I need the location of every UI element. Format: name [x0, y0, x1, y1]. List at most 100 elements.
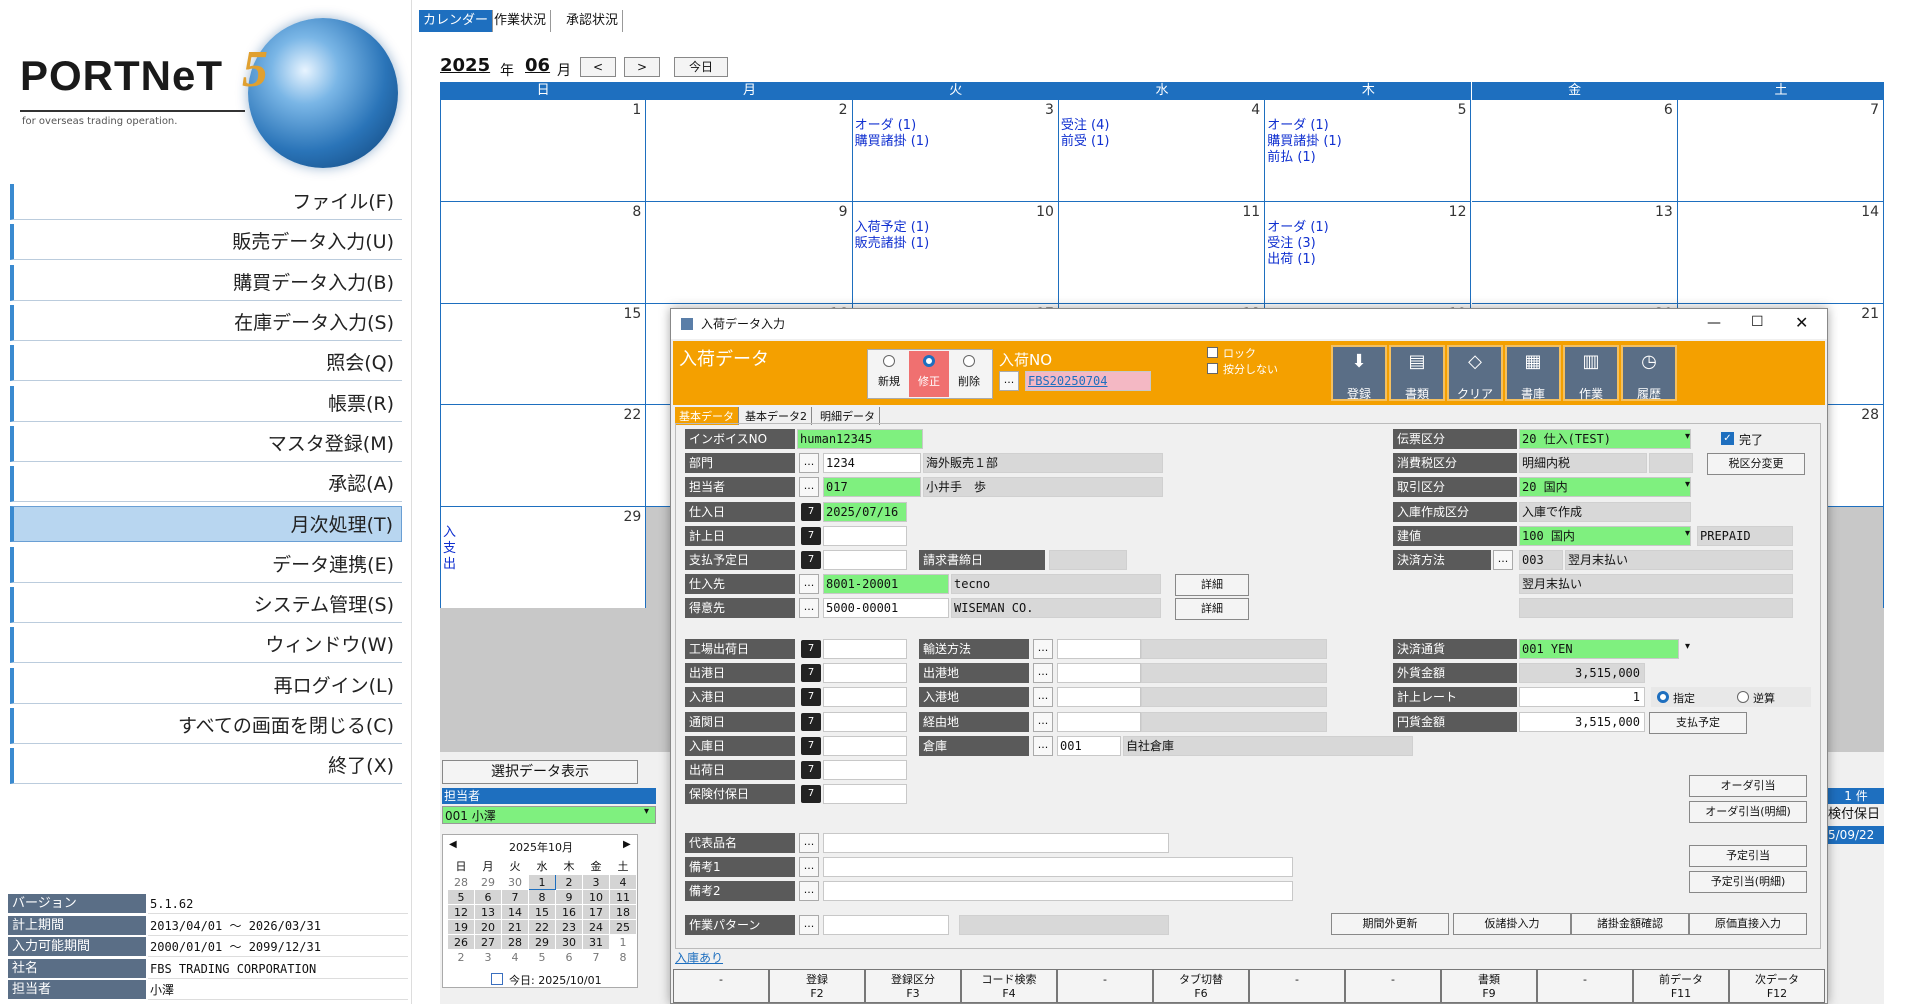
nyusaku-select[interactable]: 入庫で作成 — [1519, 501, 1691, 522]
shiire-date-input[interactable]: 2025/07/16 — [823, 501, 907, 522]
tanto-input[interactable]: 017 — [823, 477, 921, 498]
fkey-button[interactable]: - — [1345, 969, 1441, 1003]
calendar-event-link[interactable]: 入荷予定 (1) — [855, 220, 930, 236]
mini-day[interactable]: 14 — [501, 904, 529, 920]
karisho-button[interactable]: 仮諸掛入力 — [1453, 913, 1571, 935]
calendar-picker-icon[interactable]: 7 — [801, 761, 821, 779]
mini-day[interactable]: 31 — [582, 934, 610, 950]
chevron-down-icon[interactable]: ▾ — [1685, 528, 1690, 539]
calendar-picker-icon[interactable]: 7 — [801, 640, 821, 658]
date-input[interactable] — [823, 711, 907, 732]
mini-day[interactable]: 1 — [609, 934, 637, 950]
daihyo-input[interactable] — [823, 833, 1169, 853]
tsuka-select[interactable]: 001 YEN — [1519, 639, 1679, 659]
mini-day[interactable]: 1 — [528, 874, 556, 890]
fkey-button[interactable]: 登録 F2 — [769, 969, 865, 1003]
mini-day[interactable]: 18 — [609, 904, 637, 920]
name-field[interactable] — [1141, 711, 1327, 732]
chevron-down-icon[interactable]: ▾ — [644, 806, 649, 817]
no-alloc-checkbox[interactable] — [1207, 363, 1218, 374]
calendar-picker-icon[interactable]: 7 — [801, 688, 821, 707]
shohi-extra[interactable] — [1649, 453, 1693, 474]
mini-day[interactable]: 24 — [582, 919, 610, 935]
shohi-select[interactable]: 明細内税 — [1519, 453, 1647, 474]
chevron-down-icon[interactable]: ▾ — [1685, 431, 1690, 442]
mini-day[interactable]: 23 — [555, 919, 583, 935]
code-input[interactable] — [1057, 687, 1141, 708]
denpyo-select[interactable]: 20 仕入(TEST) — [1519, 429, 1691, 449]
mini-day[interactable]: 17 — [582, 904, 610, 920]
order-hikiate-button[interactable]: オーダ引当 — [1689, 775, 1807, 797]
name-field[interactable] — [1141, 687, 1327, 708]
mini-day[interactable]: 10 — [582, 889, 610, 905]
mini-day[interactable]: 16 — [555, 904, 583, 920]
hoken-date-input[interactable] — [823, 784, 907, 805]
sagyo-name[interactable] — [959, 915, 1169, 935]
mode-new[interactable]: 新規 — [869, 351, 909, 397]
rate-input[interactable]: 1 — [1519, 687, 1645, 708]
mini-prev-icon[interactable]: ◀ — [449, 839, 457, 850]
tokui-name[interactable]: WISEMAN CO. — [951, 598, 1161, 619]
kanryo-checkbox[interactable]: ✓ — [1721, 432, 1734, 445]
lookup-button[interactable]: ... — [1033, 687, 1053, 708]
calendar-event-link[interactable]: 購買諸掛 (1) — [855, 134, 930, 150]
tatene-select[interactable]: 100 国内 — [1519, 525, 1691, 546]
calendar-picker-icon[interactable]: 7 — [801, 551, 821, 569]
right-col-value[interactable]: 5/09/22 — [1828, 826, 1884, 844]
mini-day[interactable]: 27 — [474, 934, 502, 950]
mini-day[interactable]: 8 — [528, 889, 556, 905]
mini-day[interactable]: 26 — [447, 934, 475, 950]
bumon-input[interactable]: 1234 — [823, 453, 921, 474]
mini-day[interactable]: 2 — [447, 949, 475, 965]
menu-item[interactable]: 承認(A) — [10, 466, 402, 503]
mini-day[interactable]: 9 — [555, 889, 583, 905]
code-input[interactable] — [1057, 639, 1141, 659]
menu-item[interactable]: マスタ登録(M) — [10, 425, 402, 462]
fkey-button[interactable]: - — [1537, 969, 1633, 1003]
mini-day[interactable]: 4 — [609, 874, 637, 890]
calendar-picker-icon[interactable]: 7 — [801, 664, 821, 683]
calendar-day-cell[interactable]: 13 — [1471, 201, 1678, 304]
mini-day[interactable]: 7 — [582, 949, 610, 965]
fkey-button[interactable]: - — [1057, 969, 1153, 1003]
mini-day[interactable]: 30 — [555, 934, 583, 950]
zeikubun-button[interactable]: 税区分変更 — [1707, 453, 1805, 476]
nyuka-no-input[interactable]: FBS20250704 — [1025, 371, 1151, 391]
code-input[interactable] — [1057, 663, 1141, 684]
calendar-picker-icon[interactable]: 7 — [801, 736, 821, 755]
date-input[interactable] — [823, 639, 907, 659]
fkey-button[interactable]: コード検索 F4 — [961, 969, 1057, 1003]
menu-item[interactable]: データ連携(E) — [10, 546, 402, 583]
lock-checkbox[interactable] — [1207, 347, 1218, 358]
lookup-button[interactable]: ... — [799, 574, 819, 595]
fkey-button[interactable]: - — [673, 969, 769, 1003]
calendar-picker-icon[interactable]: 7 — [801, 502, 821, 521]
chevron-down-icon[interactable]: ▾ — [1685, 641, 1690, 652]
genka-button[interactable]: 原価直接入力 — [1689, 913, 1807, 935]
mini-day[interactable]: 19 — [447, 919, 475, 935]
calendar-event-link[interactable]: 販売諸掛 (1) — [855, 236, 930, 252]
yotei-hikiate-meisai-button[interactable]: 予定引当(明細) — [1689, 871, 1807, 893]
shiharai-yotei-button[interactable]: 支払予定 — [1649, 711, 1747, 734]
calendar-day-cell[interactable]: 12 オーダ (1) 受注 (3) 出荷 (1) — [1265, 201, 1472, 304]
close-icon[interactable]: ✕ — [1795, 313, 1808, 332]
nyuko-ari-link[interactable]: 入庫あり — [675, 949, 723, 966]
sagyo-input[interactable] — [823, 915, 949, 935]
kessai-name2[interactable]: 翌月末払い — [1519, 574, 1793, 595]
mode-delete[interactable]: 削除 — [949, 351, 989, 397]
tatene-name[interactable]: PREPAID — [1697, 525, 1793, 546]
bumon-name[interactable]: 海外販売１部 — [923, 453, 1163, 474]
menu-item[interactable]: ウィンドウ(W) — [10, 627, 402, 664]
lookup-button[interactable]: ... — [1033, 711, 1053, 732]
fkey-button[interactable]: 前データ F11 — [1633, 969, 1729, 1003]
menu-item[interactable]: すべての画面を閉じる(C) — [10, 707, 402, 744]
menu-item[interactable]: 在庫データ入力(S) — [10, 304, 402, 341]
mini-day[interactable]: 2 — [555, 874, 583, 890]
mini-day[interactable]: 11 — [609, 889, 637, 905]
calendar-picker-icon[interactable]: 7 — [801, 526, 821, 545]
calendar-event-link[interactable]: 前払 (1) — [1267, 150, 1316, 166]
lookup-button[interactable]: ... — [799, 453, 819, 474]
fkey-button[interactable]: 書類 F9 — [1441, 969, 1537, 1003]
menu-item[interactable]: 終了(X) — [10, 748, 402, 785]
mini-day[interactable]: 29 — [528, 934, 556, 950]
